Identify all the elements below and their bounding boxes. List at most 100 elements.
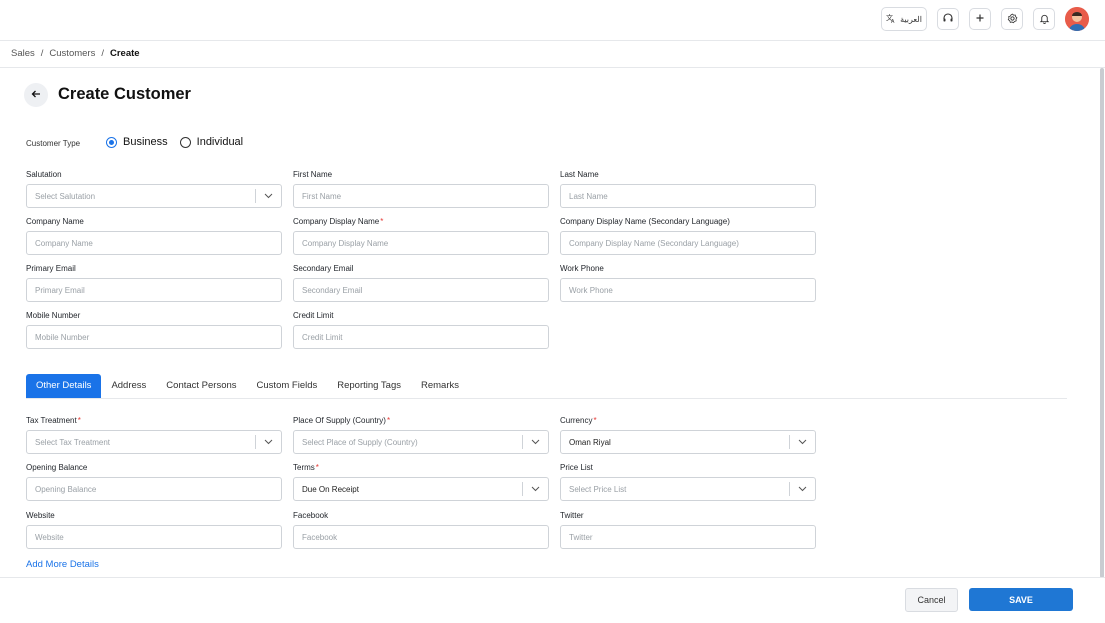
notifications-button[interactable] bbox=[1033, 8, 1055, 30]
work-phone-input[interactable] bbox=[569, 279, 815, 301]
plus-icon bbox=[975, 13, 985, 25]
top-bar: 文A العربية bbox=[0, 0, 1105, 41]
chevron-down-icon[interactable] bbox=[255, 435, 281, 449]
company-display-name-label: Company Display Name* bbox=[293, 216, 549, 227]
facebook-label: Facebook bbox=[293, 511, 329, 520]
facebook-input[interactable] bbox=[302, 526, 548, 548]
language-button[interactable]: 文A العربية bbox=[881, 7, 927, 31]
salutation-select[interactable]: Select Salutation bbox=[26, 184, 282, 208]
breadcrumb: Sales / Customers / Create bbox=[11, 48, 140, 59]
svg-text:A: A bbox=[891, 19, 895, 23]
tax-treatment-label: Tax Treatment* bbox=[26, 415, 282, 426]
last-name-input[interactable] bbox=[569, 185, 815, 207]
primary-email-input[interactable] bbox=[35, 279, 281, 301]
currency-label-text: Currency bbox=[560, 416, 593, 425]
radio-individual[interactable]: Individual bbox=[179, 136, 243, 148]
radio-business[interactable]: Business bbox=[106, 136, 168, 148]
company-display-name-secondary-input[interactable] bbox=[569, 232, 815, 254]
mobile-number-field: Mobile Number bbox=[26, 310, 282, 349]
twitter-field: Twitter bbox=[560, 510, 816, 549]
cancel-button[interactable]: Cancel bbox=[905, 588, 958, 612]
tax-treatment-field: Tax Treatment* Select Tax Treatment bbox=[26, 415, 282, 454]
tab-remarks[interactable]: Remarks bbox=[411, 374, 469, 398]
website-label: Website bbox=[26, 511, 55, 520]
company-display-name-secondary-box bbox=[560, 231, 816, 255]
chevron-down-icon[interactable] bbox=[522, 482, 548, 496]
place-of-supply-field: Place Of Supply (Country)* Select Place … bbox=[293, 415, 549, 454]
terms-select[interactable]: Due On Receipt bbox=[293, 477, 549, 501]
radio-unselected-icon bbox=[179, 136, 191, 148]
required-marker: * bbox=[386, 416, 391, 425]
opening-balance-input[interactable] bbox=[35, 478, 281, 500]
add-button[interactable] bbox=[969, 8, 991, 30]
avatar[interactable] bbox=[1065, 7, 1089, 31]
last-name-label: Last Name bbox=[560, 170, 599, 179]
radio-business-label: Business bbox=[123, 136, 168, 148]
twitter-input[interactable] bbox=[569, 526, 815, 548]
breadcrumb-separator: / bbox=[101, 48, 104, 59]
breadcrumb-sales[interactable]: Sales bbox=[11, 48, 35, 59]
company-name-input[interactable] bbox=[35, 232, 281, 254]
arrow-left-icon bbox=[30, 88, 42, 102]
radio-selected-icon bbox=[106, 136, 117, 148]
secondary-email-input[interactable] bbox=[302, 279, 548, 301]
tax-treatment-select[interactable]: Select Tax Treatment bbox=[26, 430, 282, 454]
work-phone-field: Work Phone bbox=[560, 263, 816, 302]
work-phone-box bbox=[560, 278, 816, 302]
credit-limit-label: Credit Limit bbox=[293, 311, 334, 320]
tab-custom-fields[interactable]: Custom Fields bbox=[247, 374, 328, 398]
first-name-field: First Name bbox=[293, 169, 549, 208]
chevron-down-icon[interactable] bbox=[255, 189, 281, 203]
first-name-input[interactable] bbox=[302, 185, 548, 207]
first-name-box bbox=[293, 184, 549, 208]
scrollbar[interactable] bbox=[1100, 68, 1104, 578]
headset-icon bbox=[942, 12, 954, 26]
tab-other-details[interactable]: Other Details bbox=[26, 374, 102, 398]
tab-address[interactable]: Address bbox=[101, 374, 156, 398]
save-button[interactable]: SAVE bbox=[969, 588, 1073, 611]
translate-icon: 文A bbox=[886, 13, 896, 25]
currency-value: Oman Riyal bbox=[569, 437, 611, 447]
settings-button[interactable] bbox=[1001, 8, 1023, 30]
price-list-placeholder: Select Price List bbox=[569, 484, 627, 494]
company-display-name-secondary-field: Company Display Name (Secondary Language… bbox=[560, 216, 816, 255]
chevron-down-icon[interactable] bbox=[789, 435, 815, 449]
chevron-down-icon[interactable] bbox=[522, 435, 548, 449]
twitter-box bbox=[560, 525, 816, 549]
company-display-name-secondary-label: Company Display Name (Secondary Language… bbox=[560, 217, 730, 226]
chevron-down-icon[interactable] bbox=[789, 482, 815, 496]
page-title: Create Customer bbox=[58, 85, 191, 103]
terms-label: Terms* bbox=[293, 462, 549, 473]
facebook-field: Facebook bbox=[293, 510, 549, 549]
salutation-label: Salutation bbox=[26, 170, 62, 179]
mobile-number-input[interactable] bbox=[35, 326, 281, 348]
required-marker: * bbox=[380, 217, 384, 226]
price-list-select[interactable]: Select Price List bbox=[560, 477, 816, 501]
place-of-supply-placeholder: Select Place of Supply (Country) bbox=[302, 437, 418, 447]
work-phone-label: Work Phone bbox=[560, 264, 604, 273]
back-button[interactable] bbox=[24, 83, 48, 107]
currency-label: Currency* bbox=[560, 415, 816, 426]
language-label: العربية bbox=[900, 14, 922, 24]
place-of-supply-label: Place Of Supply (Country)* bbox=[293, 415, 549, 426]
opening-balance-label: Opening Balance bbox=[26, 463, 88, 472]
required-marker: * bbox=[593, 416, 597, 425]
company-display-name-input[interactable] bbox=[302, 232, 548, 254]
required-marker: * bbox=[315, 463, 319, 472]
mobile-number-label: Mobile Number bbox=[26, 311, 81, 320]
tab-reporting-tags[interactable]: Reporting Tags bbox=[327, 374, 411, 398]
support-button[interactable] bbox=[937, 8, 959, 30]
place-of-supply-select[interactable]: Select Place of Supply (Country) bbox=[293, 430, 549, 454]
tab-contact-persons[interactable]: Contact Persons bbox=[156, 374, 246, 398]
add-more-details-link[interactable]: Add More Details bbox=[26, 559, 99, 570]
opening-balance-box bbox=[26, 477, 282, 501]
currency-field: Currency* Oman Riyal bbox=[560, 415, 816, 454]
credit-limit-box bbox=[293, 325, 549, 349]
bell-icon bbox=[1039, 13, 1050, 26]
facebook-box bbox=[293, 525, 549, 549]
currency-select[interactable]: Oman Riyal bbox=[560, 430, 816, 454]
breadcrumb-customers[interactable]: Customers bbox=[49, 48, 95, 59]
secondary-email-box bbox=[293, 278, 549, 302]
website-input[interactable] bbox=[35, 526, 281, 548]
credit-limit-input[interactable] bbox=[302, 326, 548, 348]
